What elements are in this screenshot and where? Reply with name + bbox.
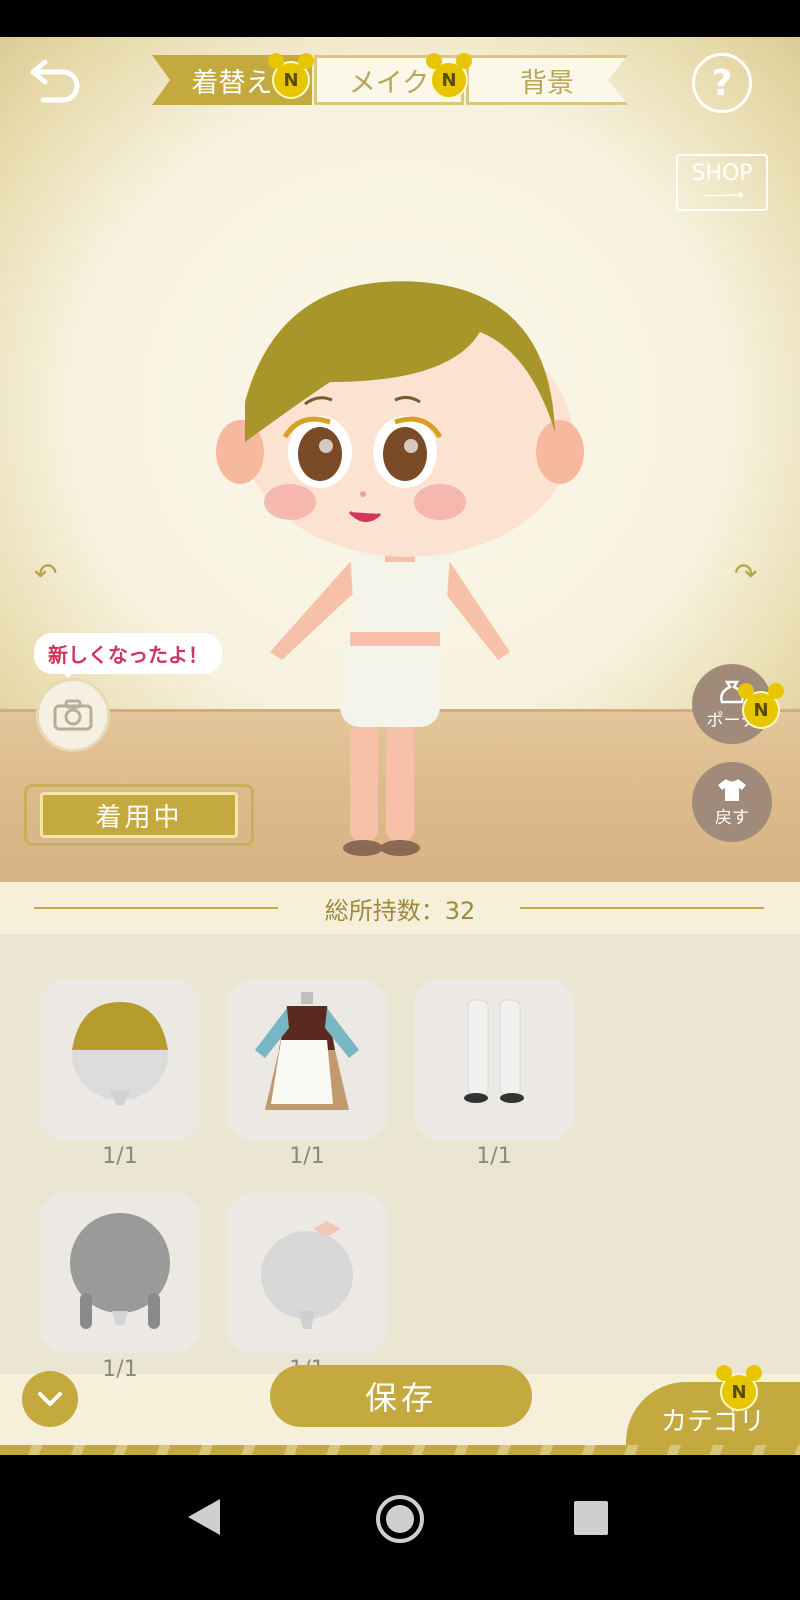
tab-background[interactable]: 背景 bbox=[466, 55, 628, 105]
top-tabs: 着替え メイク 背景 bbox=[152, 55, 628, 105]
nav-home-icon[interactable] bbox=[376, 1495, 424, 1543]
new-badge-makeup: N bbox=[426, 53, 472, 97]
bottom-stripe bbox=[0, 1445, 800, 1455]
tab-background-label: 背景 bbox=[520, 67, 574, 99]
back-button[interactable] bbox=[20, 55, 86, 111]
arrow-right-icon: ——→ bbox=[702, 184, 743, 204]
wearing-label: 着用中 bbox=[40, 792, 238, 838]
item-card[interactable] bbox=[227, 980, 387, 1140]
new-feature-bubble: 新しくなったよ！ bbox=[34, 633, 222, 678]
avatar-character bbox=[216, 281, 584, 856]
dress-up-screen: 着替え メイク 背景 N N ? SHOP ——→ ↶ ↷ 新しくなったよ！ ポ… bbox=[0, 37, 800, 1455]
camera-icon bbox=[53, 699, 93, 731]
bangs-hair-icon bbox=[72, 1002, 168, 1105]
new-badge-pouch: N bbox=[738, 683, 784, 727]
undo-outfit-label: 戻す bbox=[715, 807, 749, 828]
chevron-down-icon bbox=[38, 1392, 62, 1406]
item-card[interactable] bbox=[414, 980, 574, 1140]
collapse-button[interactable] bbox=[22, 1371, 78, 1427]
category-label: カテゴリ bbox=[660, 1406, 765, 1437]
new-badge-dress-up: N bbox=[268, 53, 314, 97]
bow-hair-icon bbox=[261, 1221, 353, 1329]
stockings-icon bbox=[464, 999, 524, 1103]
camera-button[interactable] bbox=[36, 678, 110, 752]
shop-label: SHOP bbox=[691, 160, 753, 186]
count-row: 総所持数：32 bbox=[30, 882, 770, 934]
item-card[interactable] bbox=[40, 1193, 200, 1353]
help-button[interactable]: ? bbox=[692, 53, 752, 113]
item-count: 1/1 bbox=[102, 1144, 138, 1169]
shop-button[interactable]: SHOP ——→ bbox=[676, 154, 768, 211]
android-nav-bar bbox=[0, 1455, 800, 1600]
dress-icon bbox=[255, 992, 359, 1110]
status-bar bbox=[0, 0, 800, 37]
rotate-left-icon[interactable]: ↶ bbox=[34, 557, 57, 590]
total-count: 総所持数：32 bbox=[310, 890, 490, 926]
new-badge-category: N bbox=[716, 1365, 762, 1409]
braid-hair-icon bbox=[70, 1213, 170, 1329]
tab-dress-up-label: 着替え bbox=[191, 67, 273, 99]
rotate-right-icon[interactable]: ↷ bbox=[734, 557, 757, 590]
item-count: 1/1 bbox=[289, 1144, 325, 1169]
nav-recent-apps-icon[interactable] bbox=[574, 1501, 608, 1535]
question-mark-icon: ? bbox=[711, 62, 733, 104]
item-card[interactable] bbox=[227, 1193, 387, 1353]
tab-makeup-label: メイク bbox=[348, 67, 430, 99]
shirt-icon bbox=[718, 778, 746, 801]
item-count: 1/1 bbox=[476, 1144, 512, 1169]
item-card[interactable] bbox=[40, 980, 200, 1140]
wearing-plaque[interactable]: 着用中 bbox=[24, 784, 254, 846]
undo-outfit-button[interactable]: 戻す bbox=[692, 762, 772, 842]
nav-back-icon[interactable] bbox=[188, 1499, 220, 1535]
save-button[interactable]: 保存 bbox=[270, 1365, 532, 1427]
undo-arrow-icon bbox=[30, 60, 80, 103]
